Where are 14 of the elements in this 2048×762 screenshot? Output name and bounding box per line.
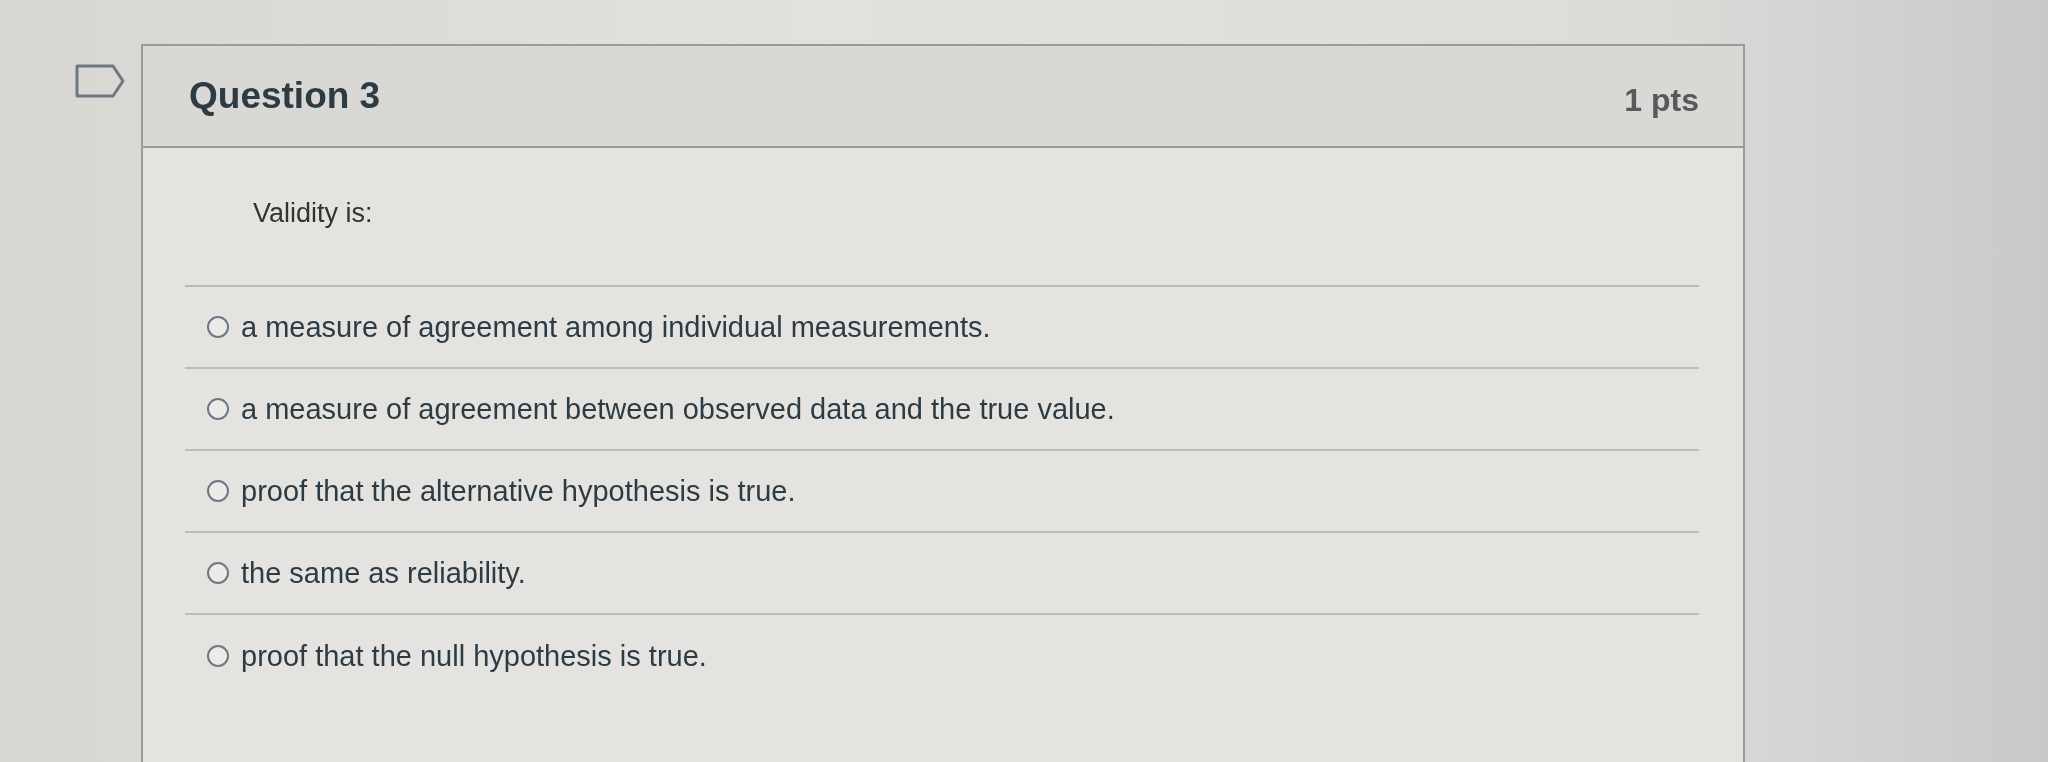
answer-text[interactable]: a measure of agreement between observed data and the true value. — [241, 392, 1115, 426]
radio-button[interactable] — [207, 480, 229, 502]
answer-text[interactable]: a measure of agreement among individual measurements. — [241, 310, 991, 344]
points-label: 1 pts — [1624, 80, 1699, 119]
answer-text[interactable]: proof that the alternative hypothesis is true. — [241, 474, 796, 508]
tag-icon[interactable] — [75, 64, 125, 98]
question-title: Question 3 — [189, 75, 381, 117]
question-prompt: Validity is: — [252, 198, 374, 229]
radio-button[interactable] — [207, 316, 229, 338]
radio-button[interactable] — [207, 645, 229, 667]
radio-button[interactable] — [207, 398, 229, 420]
answer-text[interactable]: the same as reliability. — [241, 556, 526, 590]
radio-button[interactable] — [207, 562, 229, 584]
answer-text[interactable]: proof that the null hypothesis is true. — [241, 639, 707, 673]
